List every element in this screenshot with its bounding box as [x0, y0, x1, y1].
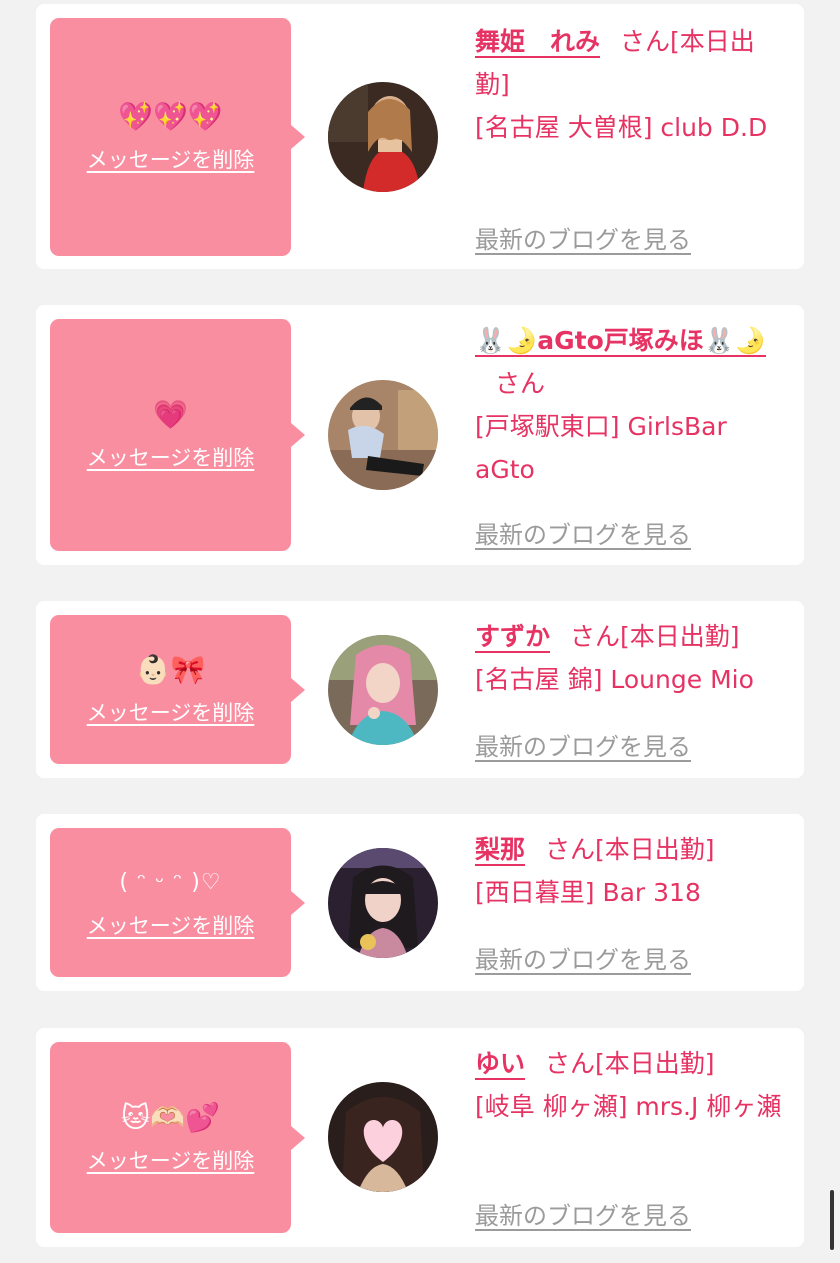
favorite-card: 👶🏻🎀 メッセージを削除 すずか さん[本日出勤] [名古屋 錦] Lounge …: [36, 601, 804, 778]
avatar[interactable]: [328, 1082, 438, 1192]
latest-blog-link[interactable]: 最新のブログを見る: [475, 1196, 691, 1231]
message-box: 💖💖💖 メッセージを削除: [50, 18, 305, 256]
message-text: 💗: [153, 398, 188, 431]
status-text: [本日出勤]: [595, 835, 715, 864]
message-text: ( ᵔ ᵕ ᵔ )♡: [119, 869, 222, 895]
honorific: さん: [620, 27, 671, 56]
message-box: 🐱🫶🏻💕 メッセージを削除: [50, 1042, 305, 1233]
favorite-card: 🐱🫶🏻💕 メッセージを削除 ゆい さん[本日出勤] [岐阜 柳ヶ瀬] mrs.J …: [36, 1028, 804, 1247]
cast-name-link[interactable]: すずか: [475, 622, 550, 651]
cast-info: 舞姫 れみ さん[本日出勤] [名古屋 大曽根] club D.D: [475, 20, 785, 149]
avatar[interactable]: [328, 635, 438, 745]
honorific: さん: [570, 622, 621, 651]
avatar[interactable]: [328, 848, 438, 958]
cast-name-link[interactable]: 🐰🌛aGto戸塚みほ🐰🌛: [475, 326, 766, 355]
message-box: 💗 メッセージを削除: [50, 319, 305, 551]
favorite-card: 💖💖💖 メッセージを削除 舞姫 れみ さん[本日出勤] [名古屋 大曽根] clu…: [36, 4, 804, 269]
cast-info: 🐰🌛aGto戸塚みほ🐰🌛 さん [戸塚駅東口] GirlsBar aGto: [475, 319, 785, 491]
status-text: [本日出勤]: [595, 1049, 715, 1078]
location-text: [名古屋 錦] Lounge Mio: [475, 665, 754, 694]
avatar[interactable]: [328, 82, 438, 192]
delete-message-link[interactable]: メッセージを削除: [87, 144, 255, 174]
latest-blog-link[interactable]: 最新のブログを見る: [475, 727, 691, 762]
cast-info: 梨那 さん[本日出勤] [西日暮里] Bar 318: [475, 828, 785, 914]
latest-blog-link[interactable]: 最新のブログを見る: [475, 515, 691, 550]
delete-message-link[interactable]: メッセージを削除: [87, 697, 255, 727]
message-box: ( ᵔ ᵕ ᵔ )♡ メッセージを削除: [50, 828, 305, 977]
latest-blog-link[interactable]: 最新のブログを見る: [475, 940, 691, 975]
honorific: さん: [545, 1049, 596, 1078]
avatar[interactable]: [328, 380, 438, 490]
location-text: [岐阜 柳ヶ瀬] mrs.J 柳ヶ瀬: [475, 1092, 782, 1121]
location-text: [戸塚駅東口] GirlsBar aGto: [475, 412, 727, 484]
favorite-card: 💗 メッセージを削除 🐰🌛aGto戸塚みほ🐰🌛 さん [戸塚駅東口] GirlsB…: [36, 305, 804, 565]
cast-info: ゆい さん[本日出勤] [岐阜 柳ヶ瀬] mrs.J 柳ヶ瀬: [475, 1042, 785, 1128]
cast-info: すずか さん[本日出勤] [名古屋 錦] Lounge Mio: [475, 615, 785, 701]
status-text: [本日出勤]: [620, 622, 740, 651]
latest-blog-link[interactable]: 最新のブログを見る: [475, 220, 691, 255]
scrollbar[interactable]: [830, 1190, 834, 1250]
honorific: さん: [495, 369, 546, 398]
honorific: さん: [545, 835, 596, 864]
location-text: [名古屋 大曽根] club D.D: [475, 113, 768, 142]
favorite-card: ( ᵔ ᵕ ᵔ )♡ メッセージを削除 梨那 さん[本日出勤] [西日暮里] Ba…: [36, 814, 804, 991]
message-box: 👶🏻🎀 メッセージを削除: [50, 615, 305, 764]
delete-message-link[interactable]: メッセージを削除: [87, 910, 255, 940]
message-text: 💖💖💖: [118, 100, 223, 133]
cast-name-link[interactable]: ゆい: [475, 1049, 525, 1078]
location-text: [西日暮里] Bar 318: [475, 878, 701, 907]
delete-message-link[interactable]: メッセージを削除: [87, 1145, 255, 1175]
cast-name-link[interactable]: 舞姫 れみ: [475, 27, 600, 56]
message-text: 👶🏻🎀: [135, 652, 206, 686]
delete-message-link[interactable]: メッセージを削除: [87, 442, 255, 472]
cast-name-link[interactable]: 梨那: [475, 835, 525, 864]
message-text: 🐱🫶🏻💕: [121, 1100, 220, 1134]
